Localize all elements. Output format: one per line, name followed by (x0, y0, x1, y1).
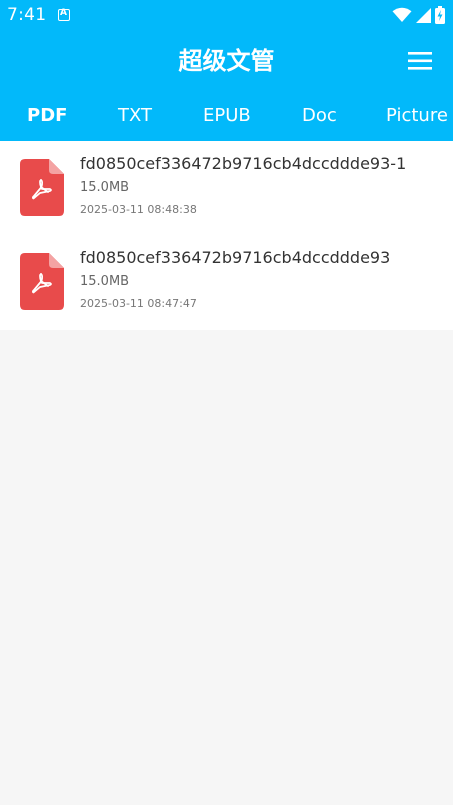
file-name: fd0850cef336472b9716cb4dccddde93-1 (80, 154, 407, 173)
file-list-item[interactable]: fd0850cef336472b9716cb4dccddde93-1 15.0M… (0, 141, 453, 235)
file-list: fd0850cef336472b9716cb4dccddde93-1 15.0M… (0, 141, 453, 330)
app-title: 超级文管 (178, 47, 275, 75)
hamburger-menu-icon (408, 52, 432, 70)
file-date: 2025-03-11 08:47:47 (80, 297, 197, 310)
status-icons (392, 6, 445, 24)
category-tabs: PDF TXT EPUB Doc Picture (0, 96, 453, 136)
title-bar: 超级文管 (0, 32, 453, 90)
status-time: 7:41 (7, 5, 47, 25)
battery-icon (435, 6, 445, 24)
menu-button[interactable] (408, 51, 432, 71)
tab-epub[interactable]: EPUB (203, 104, 251, 128)
file-list-item[interactable]: fd0850cef336472b9716cb4dccddde93 15.0MB … (0, 235, 453, 329)
file-size: 15.0MB (80, 274, 130, 289)
tab-pdf[interactable]: PDF (27, 104, 67, 128)
tab-txt[interactable]: TXT (118, 104, 152, 128)
pdf-file-icon (20, 159, 64, 216)
tab-doc[interactable]: Doc (302, 104, 337, 128)
tab-picture[interactable]: Picture (386, 104, 448, 128)
pdf-file-icon (20, 253, 64, 310)
file-size: 15.0MB (80, 180, 130, 195)
cellular-signal-icon (416, 7, 431, 23)
wifi-icon (392, 7, 412, 22)
status-bar: 7:41 (0, 0, 453, 32)
notification-a-icon (58, 8, 70, 21)
file-date: 2025-03-11 08:48:38 (80, 203, 197, 216)
file-name: fd0850cef336472b9716cb4dccddde93 (80, 248, 391, 267)
app-header: 7:41 超级文管 PDF TXT (0, 0, 453, 141)
